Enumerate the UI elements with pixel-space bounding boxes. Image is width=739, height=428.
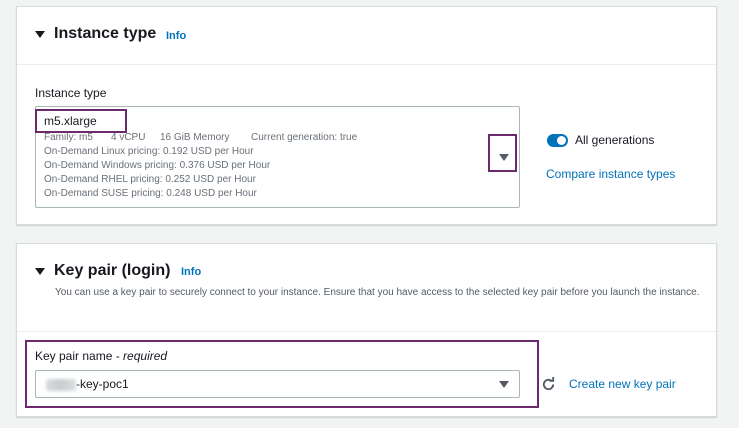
key-pair-header: Key pair (login) Info You can use a key … xyxy=(17,244,716,332)
pricing-rhel: On-Demand RHEL pricing: 0.252 USD per Ho… xyxy=(44,174,256,185)
key-pair-panel: Key pair (login) Info You can use a key … xyxy=(16,243,717,417)
pricing-suse: On-Demand SUSE pricing: 0.248 USD per Ho… xyxy=(44,188,257,199)
pricing-linux: On-Demand Linux pricing: 0.192 USD per H… xyxy=(44,146,254,157)
toggle-knob xyxy=(557,136,566,145)
instance-family: Family: m5 xyxy=(44,132,93,143)
key-pair-select[interactable]: -key-poc1 xyxy=(35,370,520,398)
key-pair-field-label: Key pair name - required xyxy=(35,349,168,363)
refresh-icon[interactable] xyxy=(541,377,556,392)
collapse-caret-icon[interactable] xyxy=(35,31,45,38)
instance-type-panel: Instance type Info Instance type m5.xlar… xyxy=(16,6,717,225)
create-new-key-pair-link[interactable]: Create new key pair xyxy=(569,377,676,391)
all-generations-toggle[interactable] xyxy=(547,134,568,147)
compare-instance-types-link[interactable]: Compare instance types xyxy=(546,167,675,181)
instance-type-field-label: Instance type xyxy=(35,86,107,100)
key-pair-title: Key pair (login) xyxy=(54,262,171,279)
instance-type-title: Instance type xyxy=(54,25,157,42)
pricing-windows: On-Demand Windows pricing: 0.376 USD per… xyxy=(44,160,271,171)
collapse-caret-icon[interactable] xyxy=(35,268,45,275)
instance-memory: 16 GiB Memory xyxy=(160,132,230,143)
key-pair-description: You can use a key pair to securely conne… xyxy=(55,287,700,298)
dropdown-arrow-icon[interactable] xyxy=(499,381,509,388)
instance-generation: Current generation: true xyxy=(251,132,358,143)
instance-type-info-link[interactable]: Info xyxy=(166,30,186,42)
redacted-name xyxy=(46,378,76,391)
instance-vcpu: 4 vCPU xyxy=(111,132,146,143)
key-pair-info-link[interactable]: Info xyxy=(181,266,201,278)
all-generations-label: All generations xyxy=(575,133,655,147)
instance-type-header: Instance type Info xyxy=(17,7,716,65)
key-pair-value: -key-poc1 xyxy=(46,377,129,391)
arrow-highlight-box xyxy=(488,134,517,172)
value-highlight-box xyxy=(35,109,127,133)
